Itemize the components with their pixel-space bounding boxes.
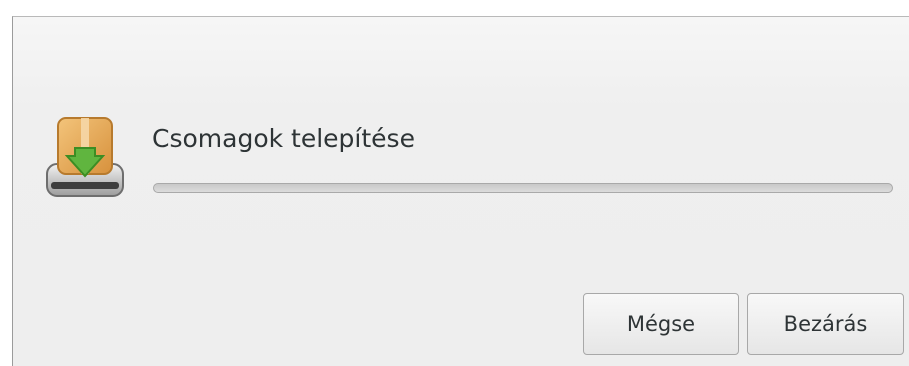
dialog-heading: Csomagok telepítése (152, 124, 415, 153)
install-progress-bar (153, 183, 893, 193)
dialog-titlebar (13, 17, 909, 57)
close-button[interactable]: Bezárás (747, 293, 904, 355)
cancel-button[interactable]: Mégse (583, 293, 739, 355)
package-install-icon (43, 112, 127, 202)
install-dialog: Csomagok telepítése Mégse Bezárás (12, 16, 909, 366)
